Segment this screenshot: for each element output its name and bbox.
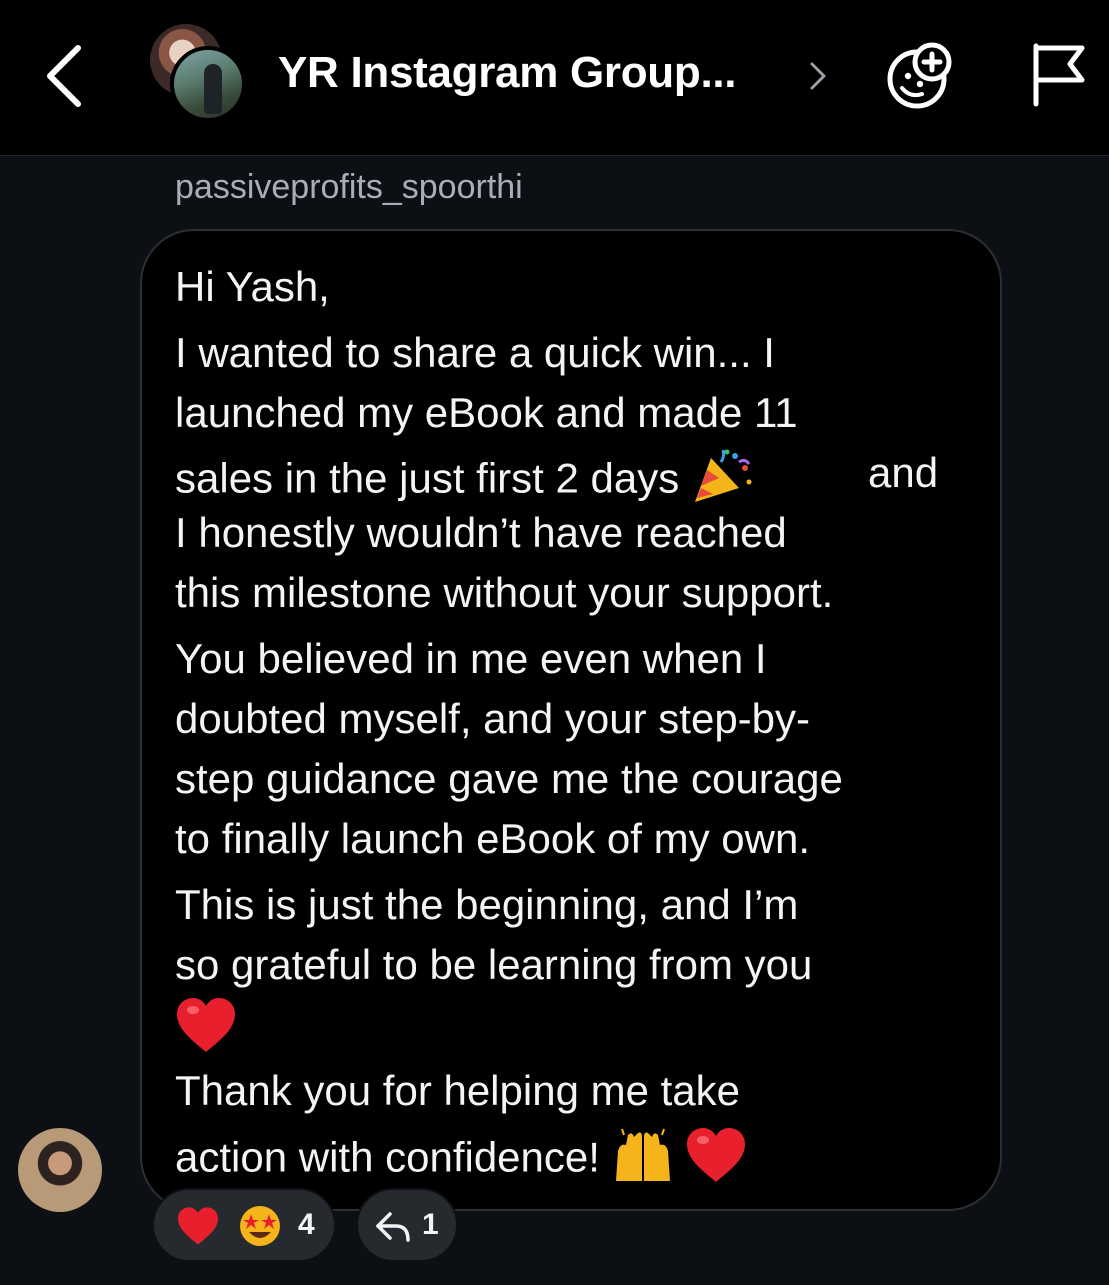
flag-icon [1033, 43, 1085, 107]
back-button[interactable] [38, 38, 94, 114]
chevron-right-icon[interactable] [806, 58, 830, 94]
message-line: action with confidence! [175, 1126, 747, 1195]
message-text: action with confidence! [175, 1133, 600, 1181]
star-struck-icon [240, 1206, 280, 1246]
raised-hands-icon [612, 1127, 674, 1194]
message-line: I honestly wouldn’t have reached [175, 509, 787, 556]
reply-count: 1 [422, 1208, 439, 1241]
message-line: sales in the just first 2 days [175, 448, 753, 515]
message-line: and [868, 449, 939, 496]
heart-icon [175, 996, 237, 1065]
chevron-left-icon [47, 45, 81, 107]
sticker-add-button[interactable] [884, 38, 958, 112]
message-line: I wanted to share a quick win... I [175, 329, 775, 376]
heart-icon [685, 1126, 747, 1195]
reply-arrow-icon [376, 1212, 410, 1242]
message-line: this milestone without your support. [175, 569, 834, 616]
chat-header: YR Instagram Group... [0, 0, 1109, 156]
heart-icon [178, 1207, 218, 1245]
sticker-add-icon [887, 42, 952, 109]
message-text: sales in the just first 2 days [175, 454, 680, 502]
message-line: You believed in me even when I [175, 635, 767, 682]
group-avatar[interactable] [148, 24, 252, 124]
message-line: so grateful to be learning from you [175, 941, 813, 988]
message-line: Thank you for helping me take [175, 1067, 740, 1114]
message-line: doubted myself, and your step-by- [175, 695, 811, 742]
message-line: launched my eBook and made 11 [175, 389, 798, 436]
sender-avatar[interactable] [18, 1128, 102, 1212]
sender-username[interactable]: passiveprofits_spoorthi [175, 168, 523, 207]
reaction-count: 4 [298, 1208, 315, 1241]
message-line: Hi Yash, [175, 263, 330, 310]
message-line: step guidance gave me the courage [175, 755, 843, 802]
group-title[interactable]: YR Instagram Group... [278, 48, 737, 98]
message-line: to finally launch eBook of my own. [175, 815, 811, 862]
party-popper-icon [691, 448, 753, 515]
report-button[interactable] [1026, 40, 1090, 110]
message-line: This is just the beginning, and I’m [175, 881, 799, 928]
group-avatar-front [170, 46, 246, 122]
replies-pill[interactable] [356, 1188, 458, 1262]
